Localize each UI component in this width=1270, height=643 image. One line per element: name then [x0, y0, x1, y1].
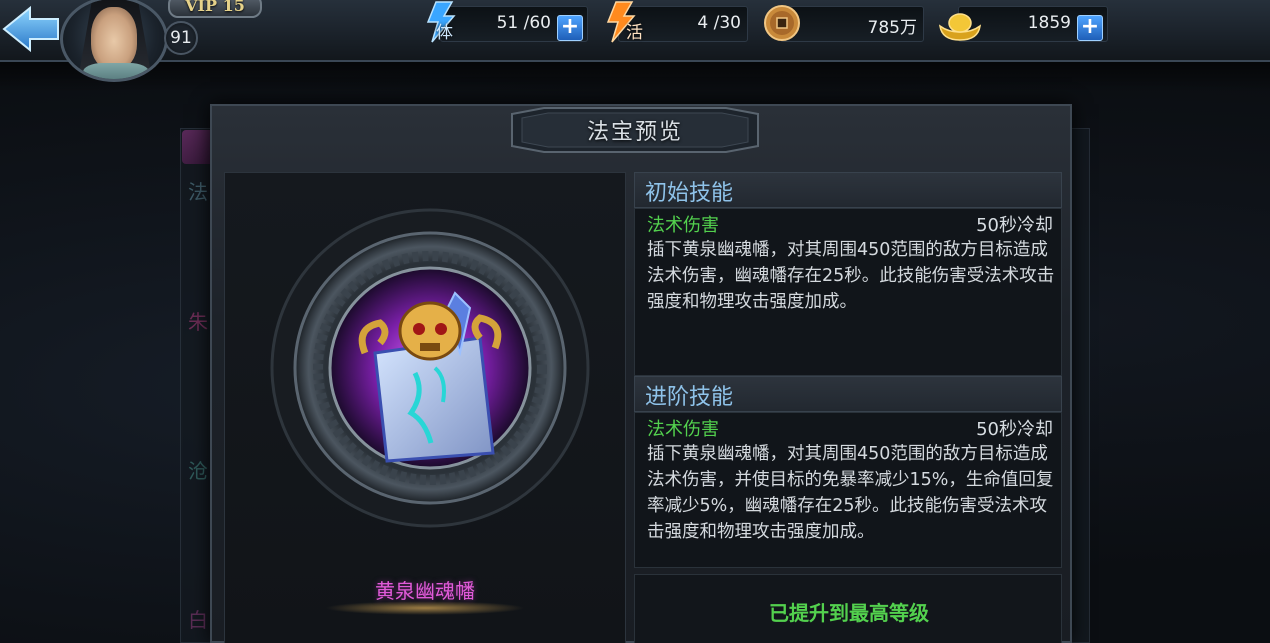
treasure-display-panel: 黄泉幽魂幡 [224, 172, 626, 643]
treasure-name: 黄泉幽魂幡 [375, 579, 475, 603]
coins-value: 785万 [867, 18, 917, 38]
initial-skill-cooldown: 50秒冷却 [976, 215, 1053, 236]
max-level-box: 已提升到最高等级 [634, 574, 1062, 643]
avatar[interactable] [60, 0, 168, 82]
initial-skill-header: 初始技能 [634, 172, 1062, 208]
vip-badge[interactable]: VIP 15 [168, 0, 262, 18]
treasure-preview-dialog: 法宝预览 黄泉幽魂幡 初始技能 法术伤害 50秒冷却 插下黄泉幽魂幡，对其周围4… [210, 104, 1072, 643]
stamina-value: 51 /60 [496, 13, 551, 33]
max-level-status: 已提升到最高等级 [769, 601, 929, 625]
advanced-skill-box: 法术伤害 50秒冷却 插下黄泉幽魂幡，对其周围450范围的敌方目标造成法术伤害，… [634, 412, 1062, 568]
ingots-value: 1859 [1027, 13, 1071, 33]
add-ingots-button[interactable]: + [1077, 15, 1103, 41]
dialog-title: 法宝预览 [586, 120, 683, 145]
stamina-label: 体 [436, 23, 453, 43]
avatar-face [91, 7, 137, 69]
advanced-skill-cooldown: 50秒冷却 [976, 419, 1053, 440]
back-arrow-icon[interactable] [0, 2, 62, 56]
initial-skill-box: 法术伤害 50秒冷却 插下黄泉幽魂幡，对其周围450范围的敌方目标造成法术伤害，… [634, 208, 1062, 376]
vitality-label: 活 [626, 23, 643, 43]
skill-info-panel: 初始技能 法术伤害 50秒冷却 插下黄泉幽魂幡，对其周围450范围的敌方目标造成… [634, 172, 1062, 643]
initial-skill-type: 法术伤害 [647, 215, 719, 236]
treasure-banner-icon [270, 208, 590, 528]
initial-skill-description: 插下黄泉幽魂幡，对其周围450范围的敌方目标造成法术伤害，幽魂幡存在25秒。此技… [647, 240, 1055, 312]
add-stamina-button[interactable]: + [557, 15, 583, 41]
vitality-value: 4 /30 [697, 13, 741, 33]
advanced-skill-title: 进阶技能 [645, 385, 734, 410]
advanced-skill-type: 法术伤害 [647, 419, 719, 440]
copper-coin-icon [764, 5, 800, 41]
gold-ingot-icon [939, 13, 981, 41]
advanced-skill-description: 插下黄泉幽魂幡，对其周围450范围的敌方目标造成法术伤害，并使目标的免暴率减少1… [647, 444, 1054, 542]
title-plate-label: 法宝预览 [504, 106, 766, 154]
initial-skill-title: 初始技能 [645, 181, 734, 206]
advanced-skill-header: 进阶技能 [634, 376, 1062, 412]
player-level: 91 [164, 21, 198, 55]
top-bar-shadow [0, 62, 1270, 92]
